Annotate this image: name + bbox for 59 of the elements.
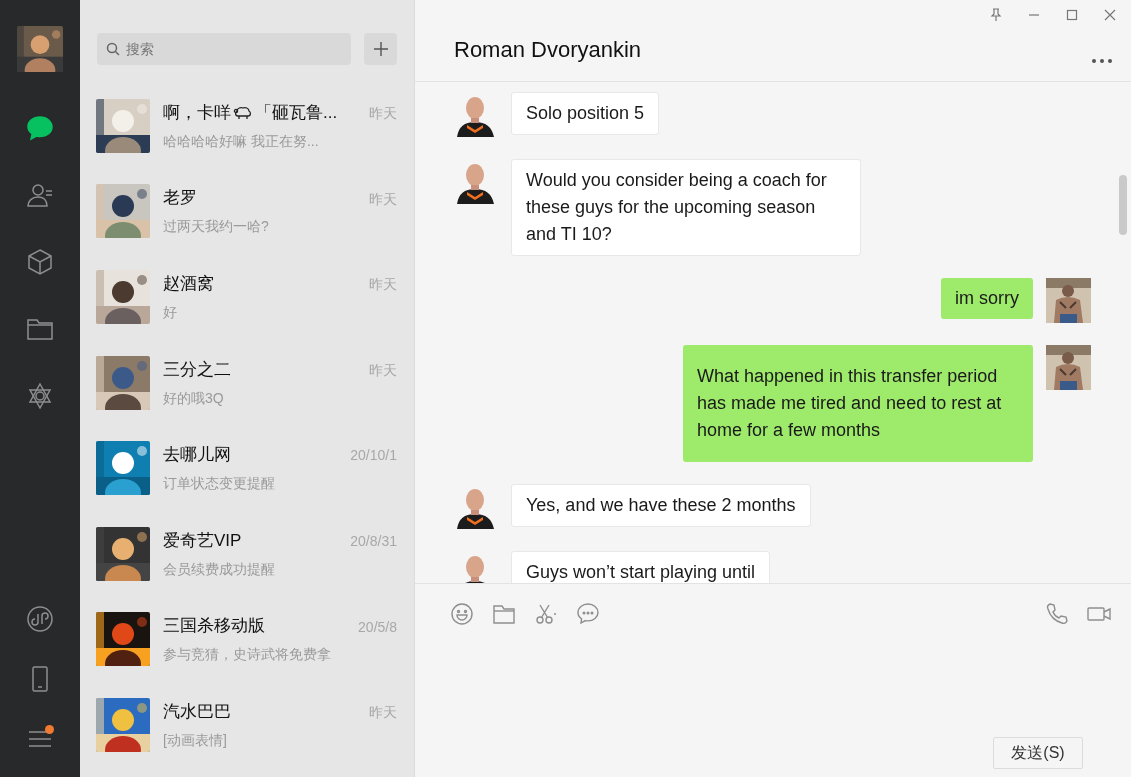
message-preview: [动画表情]: [163, 730, 228, 750]
chat-name: 老罗: [163, 187, 197, 210]
chat-time: 昨天: [369, 360, 397, 380]
message-bubble: Yes, and we have these 2 months: [511, 484, 811, 527]
chat-name: 去哪儿网: [163, 444, 231, 467]
send-button[interactable]: 发送(S): [993, 737, 1083, 769]
chat-list-item[interactable]: 老罗 过两天我约一哈? 昨天: [80, 168, 414, 255]
message-preview: 过两天我约一哈?: [163, 217, 270, 237]
chat-list-item[interactable]: 爱奇艺VIP 会员续费成功提醒 20/8/31: [80, 510, 414, 597]
message-preview: 哈哈哈哈好嘛 我正在努...: [163, 131, 320, 151]
chat-list-item[interactable]: 三分之二 好的哦3Q 昨天: [80, 339, 414, 426]
contacts-icon[interactable]: [26, 181, 54, 209]
chat-list-item[interactable]: 三国杀移动版 参与竞猜，史诗武将免费拿 20/5/8: [80, 596, 414, 683]
more-icon[interactable]: [1091, 58, 1113, 64]
close-icon[interactable]: [1103, 8, 1117, 22]
chat-list-item[interactable]: 汽水巴巴 [动画表情] 昨天: [80, 682, 414, 768]
message-bubble: Would you consider being a coach for these guys for the upcoming season and TI 10?: [511, 159, 861, 256]
phone-icon[interactable]: [1045, 602, 1069, 626]
message-bubble: What happened in this transfer period has made me tired and need to rest at home for a few months: [683, 345, 1033, 462]
maximize-icon[interactable]: [1065, 8, 1079, 22]
chat-time: 昨天: [369, 703, 397, 723]
cube-icon[interactable]: [26, 248, 54, 276]
chat-list-item[interactable]: 赵酒窝 好 昨天: [80, 254, 414, 340]
chat-time: 20/8/31: [350, 531, 397, 551]
folder-icon[interactable]: [492, 602, 516, 626]
chat-list-item[interactable]: 去哪儿网 订单状态变更提醒 20/10/1: [80, 425, 414, 511]
message-preview: 好: [163, 303, 178, 322]
chat-time: 昨天: [369, 104, 397, 123]
add-button[interactable]: [364, 33, 397, 65]
chat-name: 三国杀移动版: [163, 615, 265, 638]
chat-time: 20/10/1: [350, 446, 397, 466]
sheep-icon: [233, 104, 253, 121]
chat-name: 啊，卡咩: [163, 101, 231, 124]
chat-title: Roman Dvoryankin: [454, 36, 642, 64]
scissors-icon[interactable]: [534, 602, 558, 626]
emoji-icon[interactable]: [450, 602, 474, 626]
chat-name: 「砸瓦鲁...: [255, 101, 338, 124]
message-bubble: Guys won’t start playing until: [511, 551, 771, 583]
chat-list-item[interactable]: 啊，卡咩 「砸瓦鲁... 哈哈哈哈好嘛 我正在努... 昨天: [80, 83, 414, 169]
plus-icon: [372, 41, 389, 57]
message-bubble: Solo position 5: [511, 92, 660, 135]
message-preview: 订单状态变更提醒: [163, 474, 276, 494]
chat-time: 昨天: [369, 189, 397, 209]
search-field[interactable]: 搜索: [97, 33, 351, 65]
message-preview: 参与竞猜，史诗武将免费拿: [163, 645, 332, 665]
chat-name: 汽水巴巴: [163, 700, 231, 723]
chat-time: 昨天: [369, 275, 397, 295]
pin-icon[interactable]: [989, 8, 1003, 22]
scrollbar[interactable]: [1119, 175, 1127, 235]
chat-icon[interactable]: [26, 114, 54, 142]
message-bubble: im sorry: [941, 278, 1033, 319]
chat-bubble-icon[interactable]: [576, 602, 600, 626]
message-preview: 好的哦3Q: [163, 388, 225, 408]
chat-name: 赵酒窝: [163, 273, 214, 295]
message-preview: 会员续费成功提醒: [163, 559, 276, 579]
mini-program-icon[interactable]: [26, 605, 54, 633]
chat-name: 三分之二: [163, 358, 231, 381]
chat-name: 爱奇艺VIP: [163, 529, 242, 552]
chat-time: 20/5/8: [358, 617, 397, 637]
